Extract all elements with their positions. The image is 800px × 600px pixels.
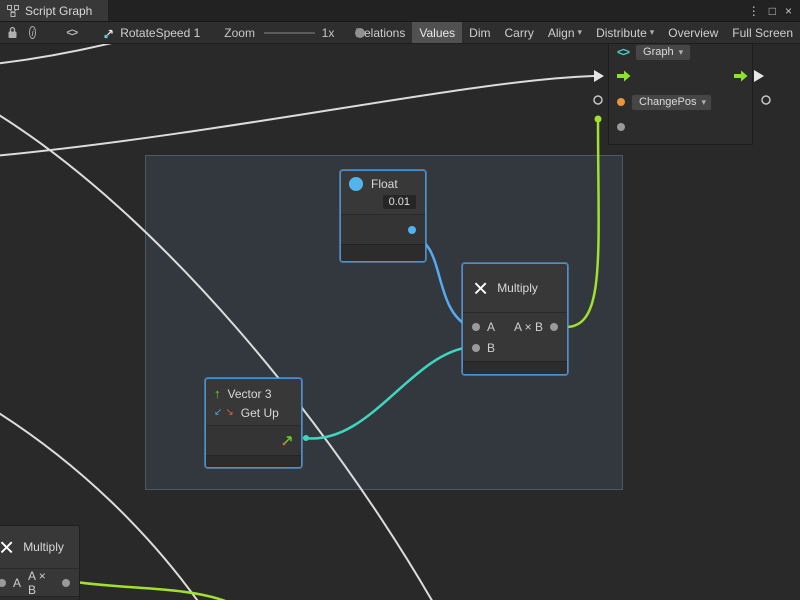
port-b-label: B <box>487 341 495 355</box>
dim-button[interactable]: Dim <box>462 22 497 44</box>
info-letter: i <box>32 28 34 38</box>
port-ring-right[interactable] <box>762 96 770 104</box>
changepos-target-port[interactable] <box>617 98 625 106</box>
zoom-slider-handle[interactable] <box>355 28 365 38</box>
tab-script-graph[interactable]: Script Graph <box>0 0 108 21</box>
zoom-slider-track[interactable] <box>264 32 315 34</box>
multiply-output-port[interactable] <box>550 323 558 331</box>
flow-port-arrow-left[interactable] <box>594 70 604 82</box>
multiply-input-b-port[interactable] <box>472 344 480 352</box>
node-float[interactable]: Float 0.01 <box>340 170 426 262</box>
vector3-icon: ↑ <box>214 386 221 401</box>
flow-in-arrow-icon[interactable] <box>617 70 631 82</box>
code-icon[interactable]: <> <box>66 27 77 39</box>
float-type-icon <box>349 177 363 191</box>
green-wire-endpoint[interactable] <box>595 116 602 123</box>
window-menu-icon[interactable]: ⋮ <box>748 4 760 18</box>
node-multiply-partial[interactable]: × Multiply A A × B <box>0 525 80 600</box>
carry-button[interactable]: Carry <box>498 22 541 44</box>
node-footer <box>206 455 301 467</box>
window-controls: ⋮ □ × <box>748 0 800 21</box>
lock-icon[interactable] <box>7 26 18 39</box>
wire-white-to-header[interactable] <box>0 76 594 156</box>
window-title: Script Graph <box>25 4 92 18</box>
wire-white-topleft[interactable] <box>0 44 132 64</box>
graph-code-icon: <> <box>617 45 629 59</box>
node-multiply[interactable]: × Multiply A A × B B <box>462 263 568 375</box>
align-label: Align <box>548 26 575 40</box>
fullscreen-button[interactable]: Full Screen <box>725 22 800 44</box>
graph-canvas[interactable]: Float 0.01 × Multiply A A × B <box>0 44 800 600</box>
axis-arrow-down-left-icon: ↙ <box>214 407 222 418</box>
multiply2-input-a-port[interactable] <box>0 579 6 587</box>
graph-reference-label: RotateSpeed 1 <box>120 26 200 40</box>
multiply-node-title: Multiply <box>497 281 538 295</box>
axis-arrow-down-right-icon: ↘ <box>225 407 233 418</box>
chevron-down-icon: ▾ <box>702 98 707 107</box>
title-bar: Script Graph ⋮ □ × <box>0 0 800 22</box>
teal-wire-start-dot[interactable] <box>303 435 309 441</box>
float-value-input[interactable]: 0.01 <box>383 195 416 209</box>
distribute-label: Distribute <box>596 26 647 40</box>
wire-multiply-to-changepos[interactable] <box>566 119 599 327</box>
wire-multiply2-output[interactable] <box>68 581 228 600</box>
float-output-port[interactable] <box>408 226 416 234</box>
node-vector3-get-up[interactable]: ↑ Vector 3 ↙ ↘ Get Up <box>205 378 302 468</box>
graph-toolbar: i <> RotateSpeed 1 Zoom 1x Relations Val… <box>0 22 800 44</box>
float-node-title: Float <box>371 177 398 191</box>
node-change-position[interactable]: <> Graph ▾ ChangePos ▾ <box>608 44 753 145</box>
overview-button[interactable]: Overview <box>661 22 725 44</box>
chevron-down-icon: ▾ <box>679 48 684 57</box>
distribute-button[interactable]: Distribute ▾ <box>589 22 661 44</box>
changepos-dropdown-label: ChangePos <box>639 96 697 108</box>
zoom-value: 1x <box>322 26 335 40</box>
values-button[interactable]: Values <box>412 22 462 44</box>
node-footer <box>341 244 425 261</box>
changepos-value-port[interactable] <box>617 123 625 131</box>
port-out-label: A × B <box>514 320 543 334</box>
flow-port-arrow-right[interactable] <box>754 70 764 82</box>
port-a-label: A <box>487 320 495 334</box>
changepos-dropdown[interactable]: ChangePos ▾ <box>631 94 712 111</box>
maximize-icon[interactable]: □ <box>769 4 776 18</box>
node-footer <box>463 361 567 374</box>
script-graph-icon <box>7 5 19 17</box>
port-out-label: A × B <box>28 569 55 597</box>
graph-reference[interactable]: RotateSpeed 1 <box>103 26 200 40</box>
script-asset-icon <box>103 27 115 39</box>
close-icon[interactable]: × <box>785 4 792 18</box>
node-footer <box>0 596 79 600</box>
multiply2-output-port[interactable] <box>62 579 70 587</box>
chevron-down-icon: ▾ <box>578 28 583 37</box>
flow-out-arrow-icon[interactable] <box>734 70 748 82</box>
align-button[interactable]: Align ▾ <box>541 22 589 44</box>
zoom-label: Zoom <box>224 26 255 40</box>
vector3-output-port[interactable] <box>281 434 294 447</box>
graph-dropdown-label: Graph <box>643 46 674 58</box>
multiply-icon: × <box>473 276 488 300</box>
vector3-node-title: Vector 3 <box>228 387 272 401</box>
script-graph-window: Script Graph ⋮ □ × i <> RotateSpeed 1 Zo… <box>0 0 800 600</box>
port-a-label: A <box>13 576 21 590</box>
multiply2-node-title: Multiply <box>23 540 64 554</box>
chevron-down-icon: ▾ <box>650 28 655 37</box>
info-icon[interactable]: i <box>29 26 36 39</box>
get-up-subtitle: Get Up <box>241 406 279 420</box>
zoom-slider[interactable] <box>264 27 315 39</box>
multiply-icon: × <box>0 535 14 559</box>
wire-getup-to-multiply-b[interactable] <box>304 347 470 438</box>
multiply-input-a-port[interactable] <box>472 323 480 331</box>
port-ring-left[interactable] <box>594 96 602 104</box>
graph-dropdown[interactable]: Graph ▾ <box>635 44 691 61</box>
